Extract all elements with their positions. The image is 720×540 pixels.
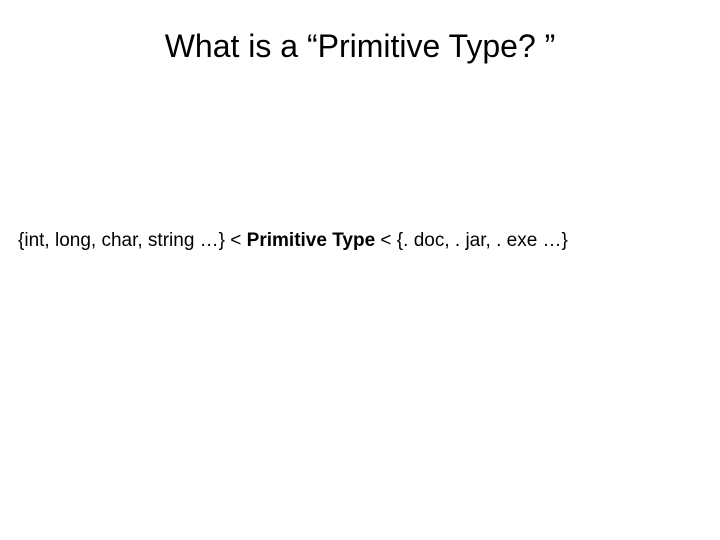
body-right-set: < {. doc, . jar, . exe …} [375,230,568,251]
slide-body-line: {int, long, char, string …} < Primitive … [10,230,710,252]
body-left-set: {int, long, char, string …} < [18,230,247,251]
slide-title: What is a “Primitive Type? ” [50,28,670,65]
body-emphasis: Primitive Type [247,230,375,251]
slide-container: What is a “Primitive Type? ” {int, long,… [0,0,720,540]
